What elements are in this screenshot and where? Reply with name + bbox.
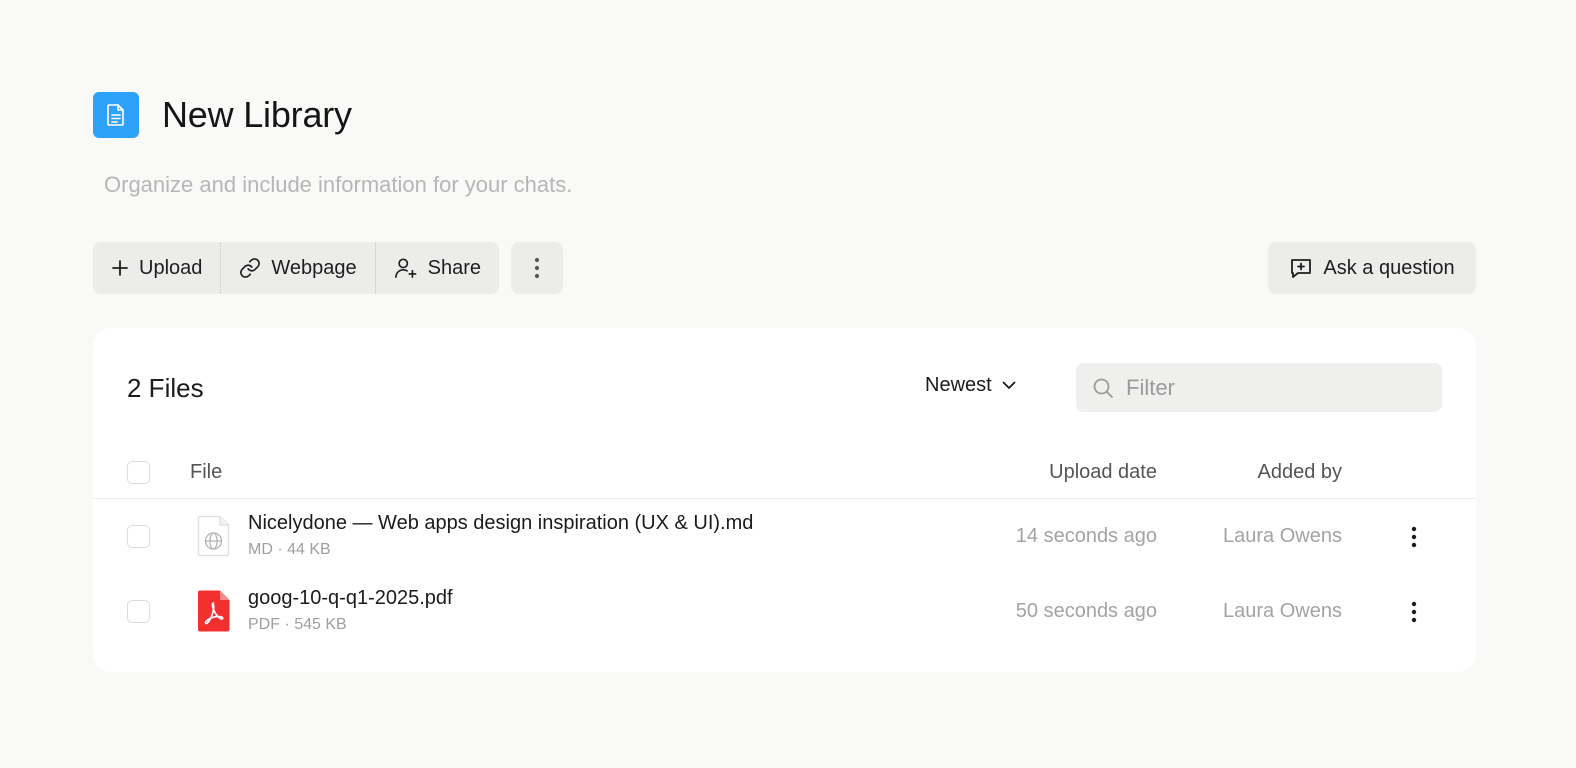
row-more-options-button[interactable]: [1398, 521, 1430, 553]
action-button-group: Upload Webpage Share: [93, 242, 500, 294]
row-more-options-button[interactable]: [1398, 596, 1430, 628]
column-header-added-by: Added by: [1257, 461, 1342, 483]
table-row[interactable]: Nicelydone — Web apps design inspiration…: [93, 499, 1476, 574]
toolbar: Upload Webpage Share: [93, 242, 564, 294]
file-name[interactable]: Nicelydone — Web apps design inspiration…: [248, 512, 753, 535]
link-icon: [240, 258, 261, 278]
ask-question-button[interactable]: Ask a question: [1268, 242, 1476, 294]
sort-dropdown[interactable]: Newest: [925, 374, 1016, 397]
added-by: Laura Owens: [1223, 600, 1342, 622]
vertical-dots-icon: [1411, 526, 1417, 548]
share-label: Share: [427, 256, 482, 279]
share-button[interactable]: Share: [374, 242, 500, 294]
upload-date: 50 seconds ago: [1015, 600, 1157, 622]
page-subtitle: Organize and include information for you…: [104, 172, 573, 197]
column-header-upload-date: Upload date: [1049, 461, 1157, 483]
column-header-file: File: [190, 461, 223, 483]
vertical-dots-icon: [534, 257, 540, 279]
files-panel: 2 Files Newest File Upload date Added by…: [93, 328, 1476, 672]
file-meta: PDF · 545 KB: [248, 616, 347, 633]
ask-question-label: Ask a question: [1323, 256, 1455, 279]
upload-label: Upload: [139, 256, 203, 279]
pdf-file-icon: [197, 590, 230, 632]
library-header: New Library: [93, 92, 352, 138]
sort-label: Newest: [925, 374, 992, 396]
upload-date: 14 seconds ago: [1015, 525, 1157, 547]
add-user-icon: [394, 258, 417, 278]
more-options-button[interactable]: [511, 242, 564, 294]
webpage-label: Webpage: [271, 256, 357, 279]
page-title: New Library: [162, 94, 352, 135]
chevron-down-icon: [1002, 381, 1016, 389]
file-meta: MD · 44 KB: [248, 541, 331, 558]
table-row[interactable]: goog-10-q-q1-2025.pdf PDF · 545 KB 50 se…: [93, 574, 1476, 649]
filter-input[interactable]: [1126, 374, 1426, 401]
file-name[interactable]: goog-10-q-q1-2025.pdf: [248, 587, 453, 610]
search-icon: [1093, 378, 1113, 398]
vertical-dots-icon: [1411, 601, 1417, 623]
select-all-checkbox[interactable]: [127, 461, 150, 484]
upload-button[interactable]: Upload: [93, 242, 221, 294]
row-checkbox[interactable]: [127, 600, 150, 623]
plus-icon: [112, 260, 128, 276]
row-checkbox[interactable]: [127, 525, 150, 548]
document-icon: [93, 92, 139, 138]
chat-plus-icon: [1291, 259, 1312, 278]
webpage-button[interactable]: Webpage: [220, 242, 375, 294]
files-count: 2 Files: [127, 373, 204, 403]
filter-box: [1076, 363, 1442, 412]
web-document-icon: [197, 515, 230, 557]
added-by: Laura Owens: [1223, 525, 1342, 547]
